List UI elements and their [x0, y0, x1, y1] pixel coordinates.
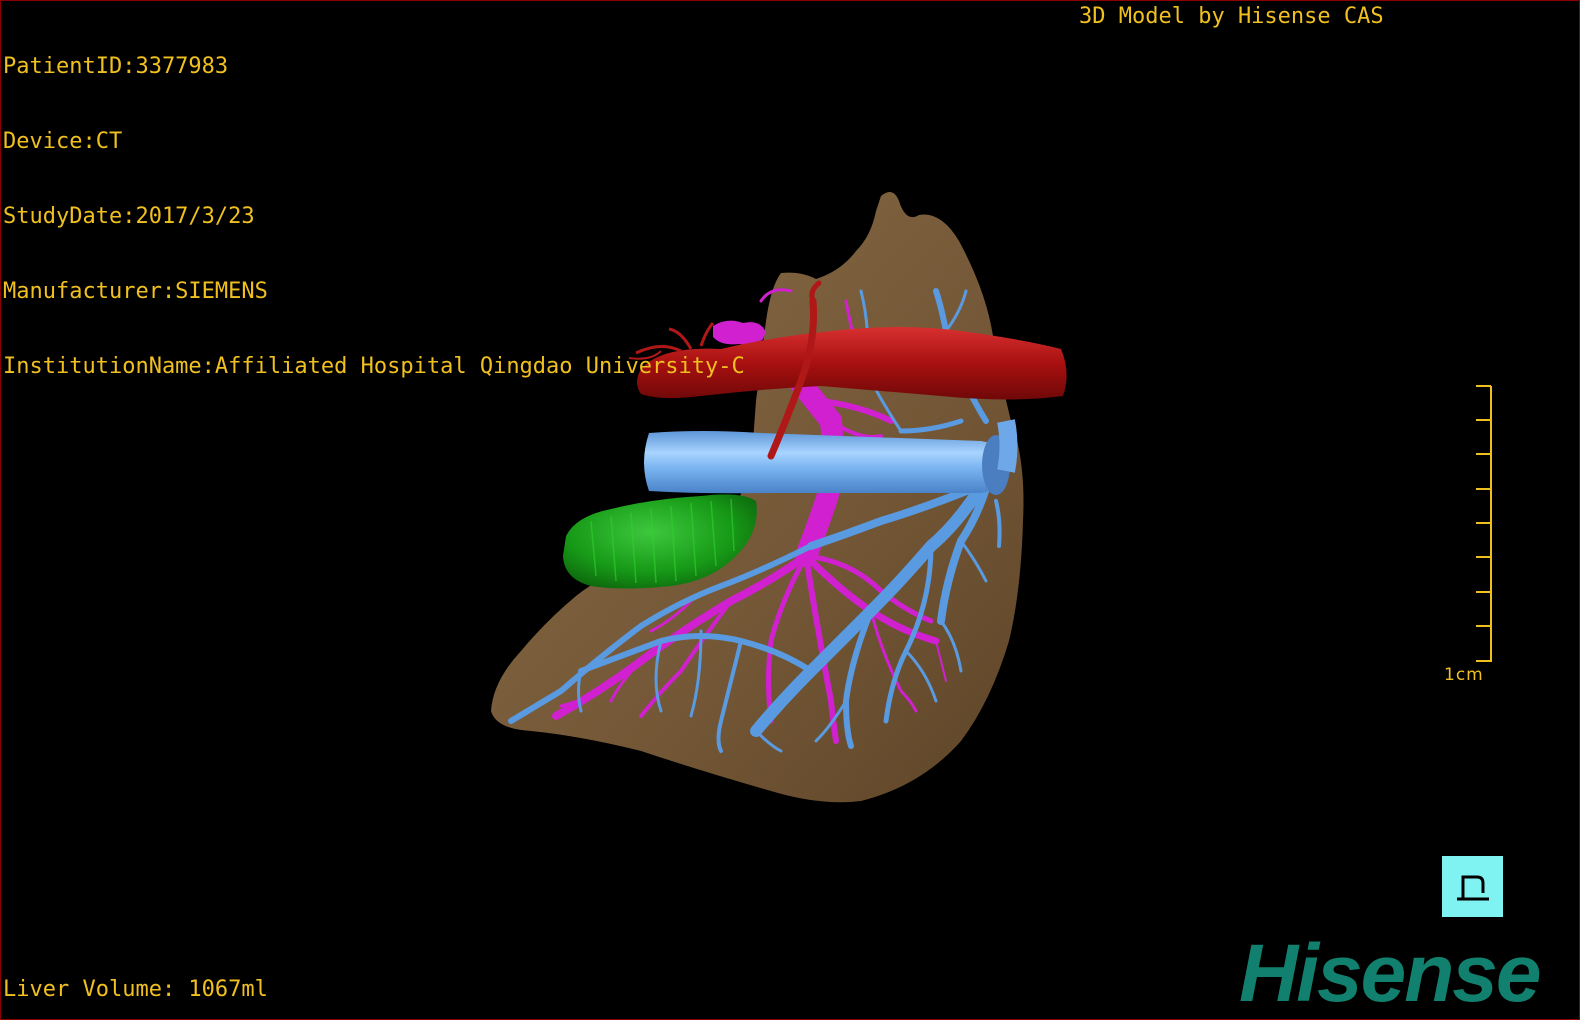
brand-logo: Hisense — [1239, 928, 1542, 1019]
orientation-button[interactable] — [1442, 856, 1503, 917]
posterior-orientation-icon — [1456, 875, 1489, 900]
device: Device:CT — [3, 129, 123, 154]
manufacturer: Manufacturer:SIEMENS — [3, 279, 268, 304]
scale-bar — [1476, 385, 1492, 662]
scale-label: 1cm — [1444, 665, 1484, 685]
3d-viewport[interactable]: PatientID:3377983 Device:CT StudyDate:20… — [0, 0, 1580, 1020]
patient-id: PatientID:3377983 — [3, 54, 229, 79]
patient-info: PatientID:3377983 Device:CT StudyDate:20… — [3, 4, 745, 429]
institution-name: InstitutionName:Affiliated Hospital Qing… — [3, 354, 745, 379]
study-date: StudyDate:2017/3/23 — [3, 204, 255, 229]
model-credit: 3D Model by Hisense CAS — [1079, 4, 1384, 29]
liver-volume: Liver Volume: 1067ml — [3, 977, 268, 1002]
